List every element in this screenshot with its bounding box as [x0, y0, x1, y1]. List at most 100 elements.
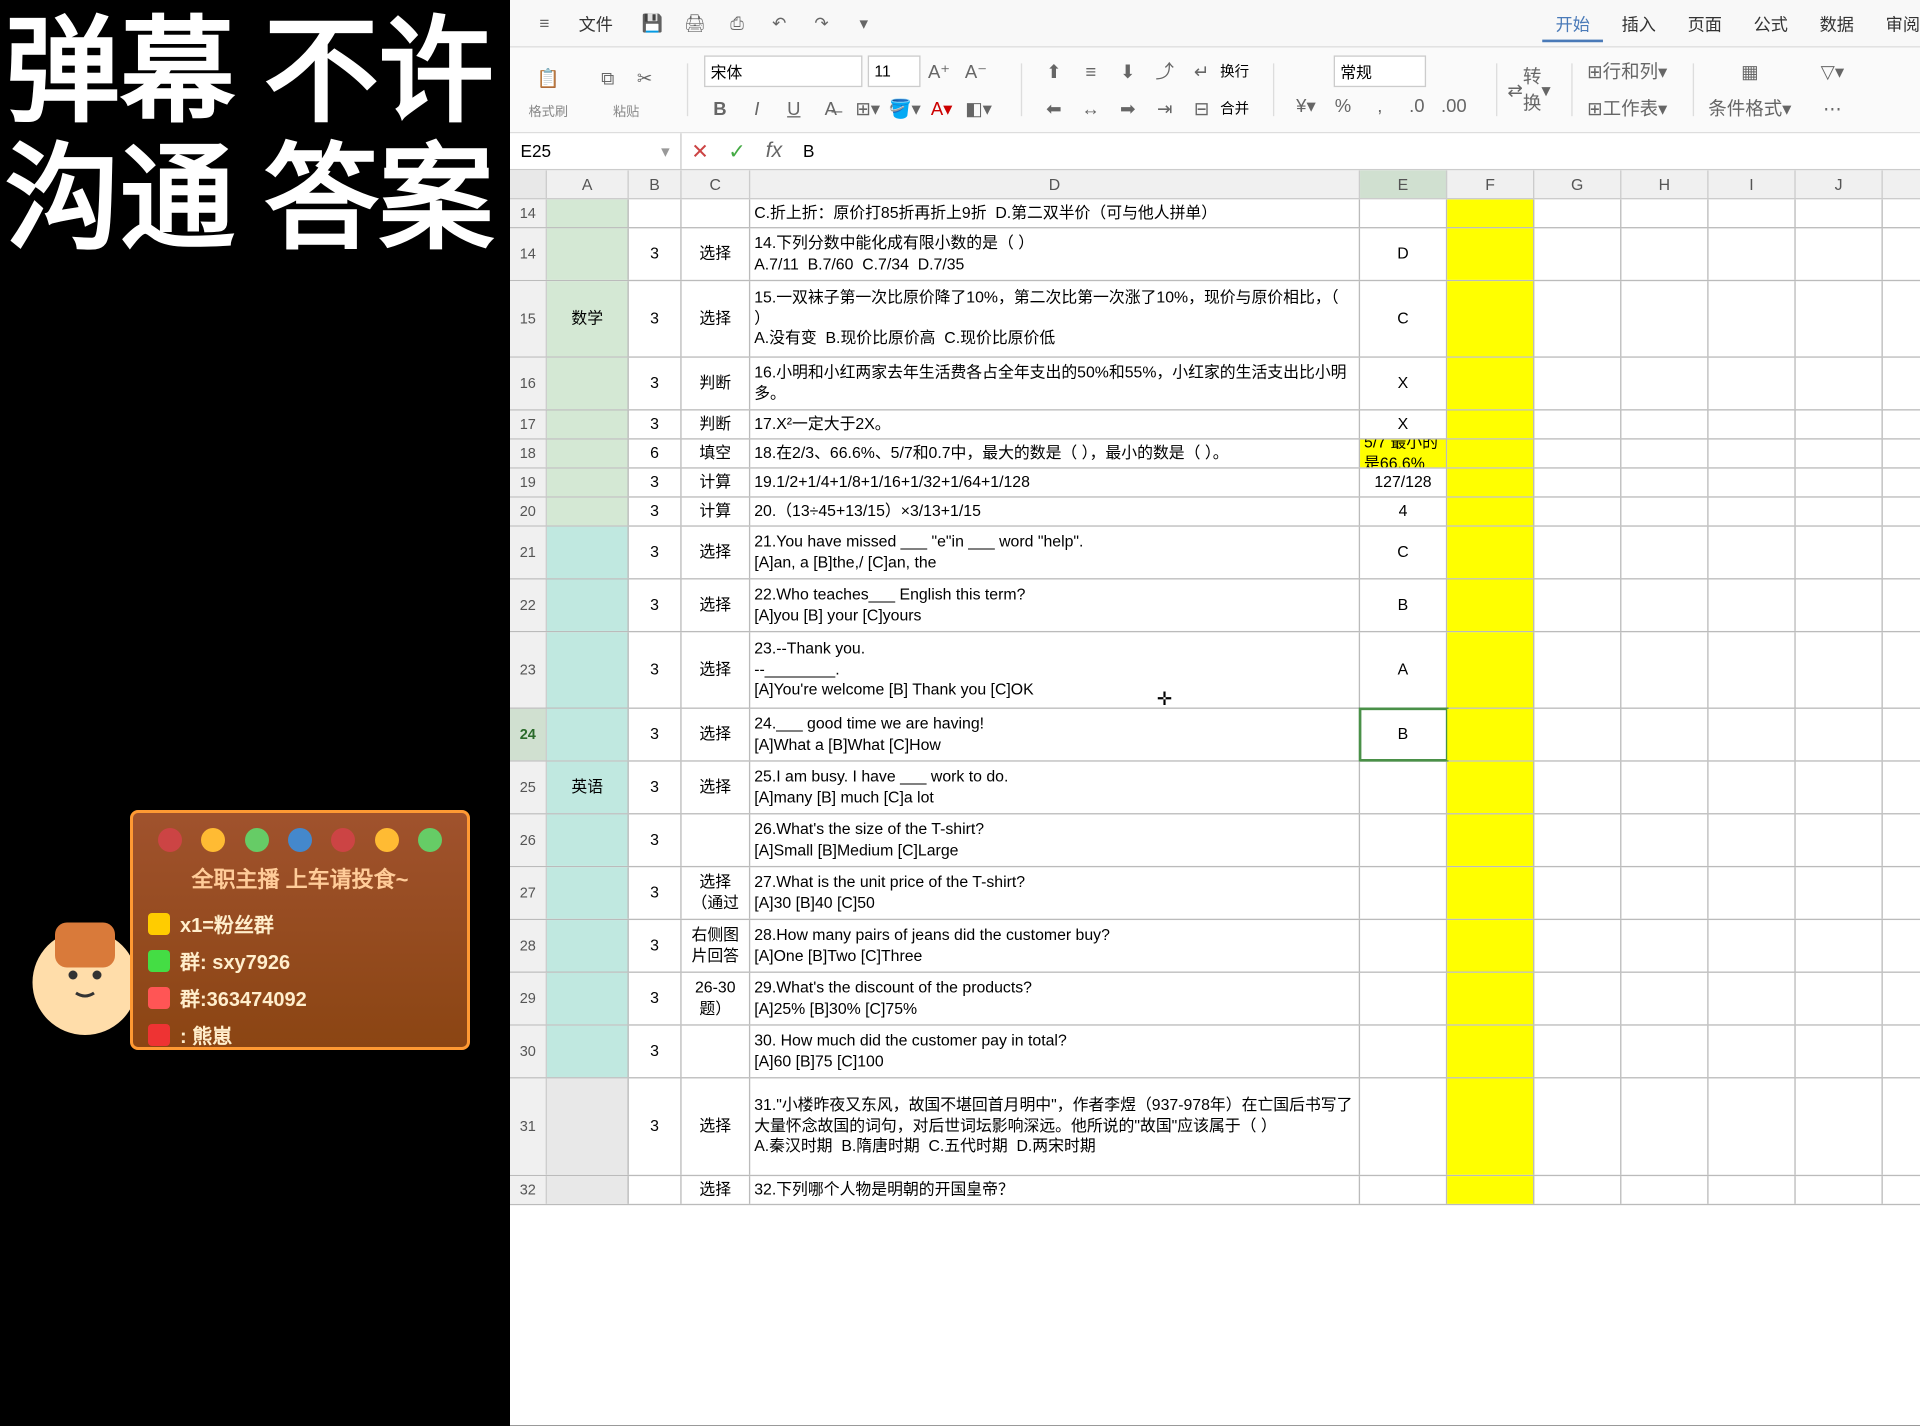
- cell[interactable]: [682, 814, 751, 865]
- cell[interactable]: [1360, 1176, 1447, 1204]
- cell[interactable]: [1621, 281, 1708, 356]
- filter-icon[interactable]: ▽▾: [1815, 54, 1849, 88]
- cell[interactable]: [1796, 1026, 1883, 1077]
- cell[interactable]: [1796, 762, 1883, 813]
- cell[interactable]: [1360, 762, 1447, 813]
- cell[interactable]: [547, 440, 629, 468]
- cell[interactable]: 3: [629, 867, 682, 918]
- cell[interactable]: [1534, 228, 1621, 279]
- spreadsheet-grid[interactable]: ABCDEFGHIJ 14C.折上折：原价打85折再折上9折 D.第二双半价（可…: [510, 170, 1920, 1425]
- column-header[interactable]: C: [682, 170, 751, 198]
- cell[interactable]: [1447, 411, 1534, 439]
- cell[interactable]: 选择 （通过: [682, 867, 751, 918]
- cell[interactable]: [1447, 358, 1534, 409]
- rowcol-button[interactable]: ⊞ 行和列▾: [1587, 54, 1667, 88]
- column-header[interactable]: E: [1360, 170, 1447, 198]
- cell[interactable]: [1621, 411, 1708, 439]
- row-header[interactable]: 18: [510, 440, 547, 468]
- cell[interactable]: [1360, 920, 1447, 971]
- cell[interactable]: [1709, 709, 1796, 760]
- cell[interactable]: [1796, 199, 1883, 227]
- cell[interactable]: 3: [629, 469, 682, 497]
- cell[interactable]: 3: [629, 411, 682, 439]
- align-middle-icon[interactable]: ≡: [1074, 54, 1108, 88]
- cell[interactable]: [1796, 411, 1883, 439]
- cell[interactable]: [1796, 814, 1883, 865]
- increase-decimal-icon[interactable]: .00: [1437, 88, 1471, 122]
- cell[interactable]: [1360, 1078, 1447, 1174]
- row-header[interactable]: 20: [510, 498, 547, 526]
- cell[interactable]: 26.What's the size of the T-shirt? [A]Sm…: [750, 814, 1360, 865]
- cell[interactable]: [1447, 1078, 1534, 1174]
- menu-icon[interactable]: ≡: [531, 10, 557, 36]
- cell[interactable]: [1709, 1026, 1796, 1077]
- cell[interactable]: [1534, 411, 1621, 439]
- cell[interactable]: 数学: [547, 281, 629, 356]
- cell[interactable]: [1796, 920, 1883, 971]
- cell[interactable]: [682, 199, 751, 227]
- select-all-corner[interactable]: [510, 170, 547, 198]
- cell[interactable]: [1796, 358, 1883, 409]
- row-header[interactable]: 28: [510, 920, 547, 971]
- cell[interactable]: [1621, 632, 1708, 707]
- cell[interactable]: 3: [629, 1026, 682, 1077]
- redo-icon[interactable]: ↷: [808, 10, 834, 36]
- cell[interactable]: [547, 411, 629, 439]
- cell[interactable]: [547, 867, 629, 918]
- cell[interactable]: 25.I am busy. I have ___ work to do. [A]…: [750, 762, 1360, 813]
- comma-icon[interactable]: ,: [1363, 88, 1397, 122]
- font-name-select[interactable]: [704, 55, 862, 87]
- cell[interactable]: [1534, 1026, 1621, 1077]
- cell[interactable]: [1709, 762, 1796, 813]
- cell[interactable]: [547, 814, 629, 865]
- cell[interactable]: [1709, 199, 1796, 227]
- cell[interactable]: [1709, 498, 1796, 526]
- cell[interactable]: [1447, 281, 1534, 356]
- cell[interactable]: [1360, 867, 1447, 918]
- cell[interactable]: [547, 632, 629, 707]
- number-format-select[interactable]: [1334, 55, 1426, 87]
- cell[interactable]: [1534, 440, 1621, 468]
- fill-color-icon[interactable]: 🪣▾: [888, 91, 922, 125]
- cell[interactable]: 24.___ good time we are having! [A]What …: [750, 709, 1360, 760]
- cell-reference[interactable]: E25▾: [510, 133, 682, 169]
- cell[interactable]: 18.在2/3、66.6%、5/7和0.7中，最大的数是（ ），最小的数是（ ）…: [750, 440, 1360, 468]
- cell[interactable]: [547, 358, 629, 409]
- cond-format-button[interactable]: 条件格式▾: [1708, 91, 1791, 125]
- copy-icon[interactable]: ⧉: [591, 61, 625, 95]
- cell[interactable]: 选择: [682, 709, 751, 760]
- indent-icon[interactable]: ⇥: [1148, 91, 1182, 125]
- cell[interactable]: [1796, 973, 1883, 1024]
- cell[interactable]: 22.Who teaches___ English this term? [A]…: [750, 579, 1360, 630]
- cell[interactable]: [682, 1026, 751, 1077]
- cell[interactable]: [1796, 867, 1883, 918]
- cell[interactable]: 27.What is the unit price of the T-shirt…: [750, 867, 1360, 918]
- cell[interactable]: [1447, 762, 1534, 813]
- column-header[interactable]: G: [1534, 170, 1621, 198]
- menu-tab[interactable]: 审阅: [1872, 9, 1920, 39]
- cell[interactable]: [1621, 814, 1708, 865]
- cell[interactable]: [547, 1026, 629, 1077]
- cell[interactable]: [1534, 632, 1621, 707]
- cell[interactable]: [1534, 1078, 1621, 1174]
- wrap-text-button[interactable]: ↵: [1185, 54, 1219, 88]
- more-icon[interactable]: ⋯: [1815, 91, 1849, 125]
- cell[interactable]: 选择: [682, 527, 751, 578]
- file-menu[interactable]: 文件: [565, 5, 626, 41]
- print-icon[interactable]: 🖨: [682, 10, 708, 36]
- underline-icon[interactable]: U: [777, 91, 811, 125]
- cell[interactable]: [1621, 527, 1708, 578]
- row-header[interactable]: 24: [510, 709, 547, 760]
- cell[interactable]: 3: [629, 228, 682, 279]
- cell[interactable]: 31."小楼昨夜又东风，故国不堪回首月明中"，作者李煜（937-978年）在亡国…: [750, 1078, 1360, 1174]
- decrease-font-icon[interactable]: A⁻: [959, 54, 993, 88]
- column-header[interactable]: D: [750, 170, 1360, 198]
- cell[interactable]: 选择: [682, 281, 751, 356]
- cell[interactable]: 3: [629, 1078, 682, 1174]
- cell[interactable]: [547, 1078, 629, 1174]
- cell[interactable]: [547, 1176, 629, 1204]
- increase-font-icon[interactable]: A⁺: [922, 54, 956, 88]
- cell[interactable]: [1534, 358, 1621, 409]
- cell[interactable]: 30. How much did the customer pay in tot…: [750, 1026, 1360, 1077]
- cell[interactable]: 32.下列哪个人物是明朝的开国皇帝？: [750, 1176, 1360, 1204]
